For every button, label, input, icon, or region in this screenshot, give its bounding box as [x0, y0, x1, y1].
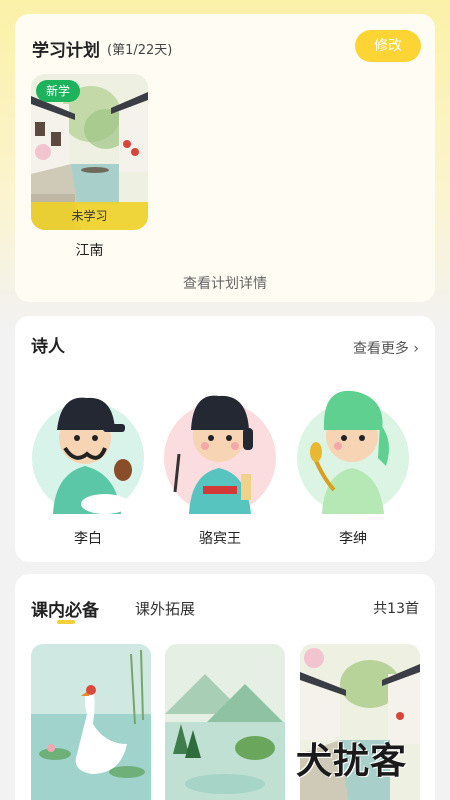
- poets-card: 诗人 查看更多 › 李白 骆宾王 李绅: [15, 316, 435, 562]
- poet-item[interactable]: 李白: [25, 374, 145, 550]
- poem-count: 共13首: [373, 601, 419, 617]
- goose-illustration: [31, 644, 151, 800]
- poem-card-landscape[interactable]: [165, 644, 285, 800]
- poet-item[interactable]: 骆宾王: [157, 374, 277, 550]
- plan-detail-link[interactable]: 查看计划详情: [15, 273, 435, 293]
- poet-libai-avatar: [53, 397, 132, 514]
- landscape-illustration: [165, 644, 285, 800]
- edit-plan-button[interactable]: 修改: [355, 30, 421, 62]
- plan-title: 学习计划: [32, 41, 100, 61]
- poet-name: 李白: [74, 531, 102, 547]
- study-plan-card: 学习计划 (第1/22天) 修改 新学 未学习 江南 查看计划详情: [15, 14, 435, 302]
- poet-item[interactable]: 李绅: [290, 374, 410, 550]
- tab-in-class[interactable]: 课内必备: [31, 596, 99, 621]
- poet-name: 李绅: [339, 531, 367, 547]
- plan-day-progress: (第1/22天): [107, 43, 173, 58]
- study-status-label: 未学习: [31, 202, 148, 230]
- poets-section-title: 诗人: [31, 337, 65, 357]
- chevron-right-icon: ›: [413, 341, 419, 357]
- poet-luobinwang-avatar: [173, 395, 253, 514]
- watermark-text: 犬扰客: [296, 741, 408, 782]
- poet-lishen-avatar: [310, 390, 389, 514]
- poem-card-goose[interactable]: [31, 644, 151, 800]
- active-tab-indicator: [57, 620, 75, 624]
- poet-name: 骆宾王: [199, 531, 241, 547]
- tab-extracurricular[interactable]: 课外拓展: [135, 598, 195, 619]
- more-link-label: 查看更多: [352, 341, 409, 357]
- new-tag-badge: 新学: [36, 80, 80, 102]
- plan-poem-thumbnail[interactable]: 新学 未学习: [31, 74, 148, 230]
- plan-poem-name[interactable]: 江南: [31, 240, 148, 260]
- poets-more-link[interactable]: 查看更多 ›: [353, 338, 419, 358]
